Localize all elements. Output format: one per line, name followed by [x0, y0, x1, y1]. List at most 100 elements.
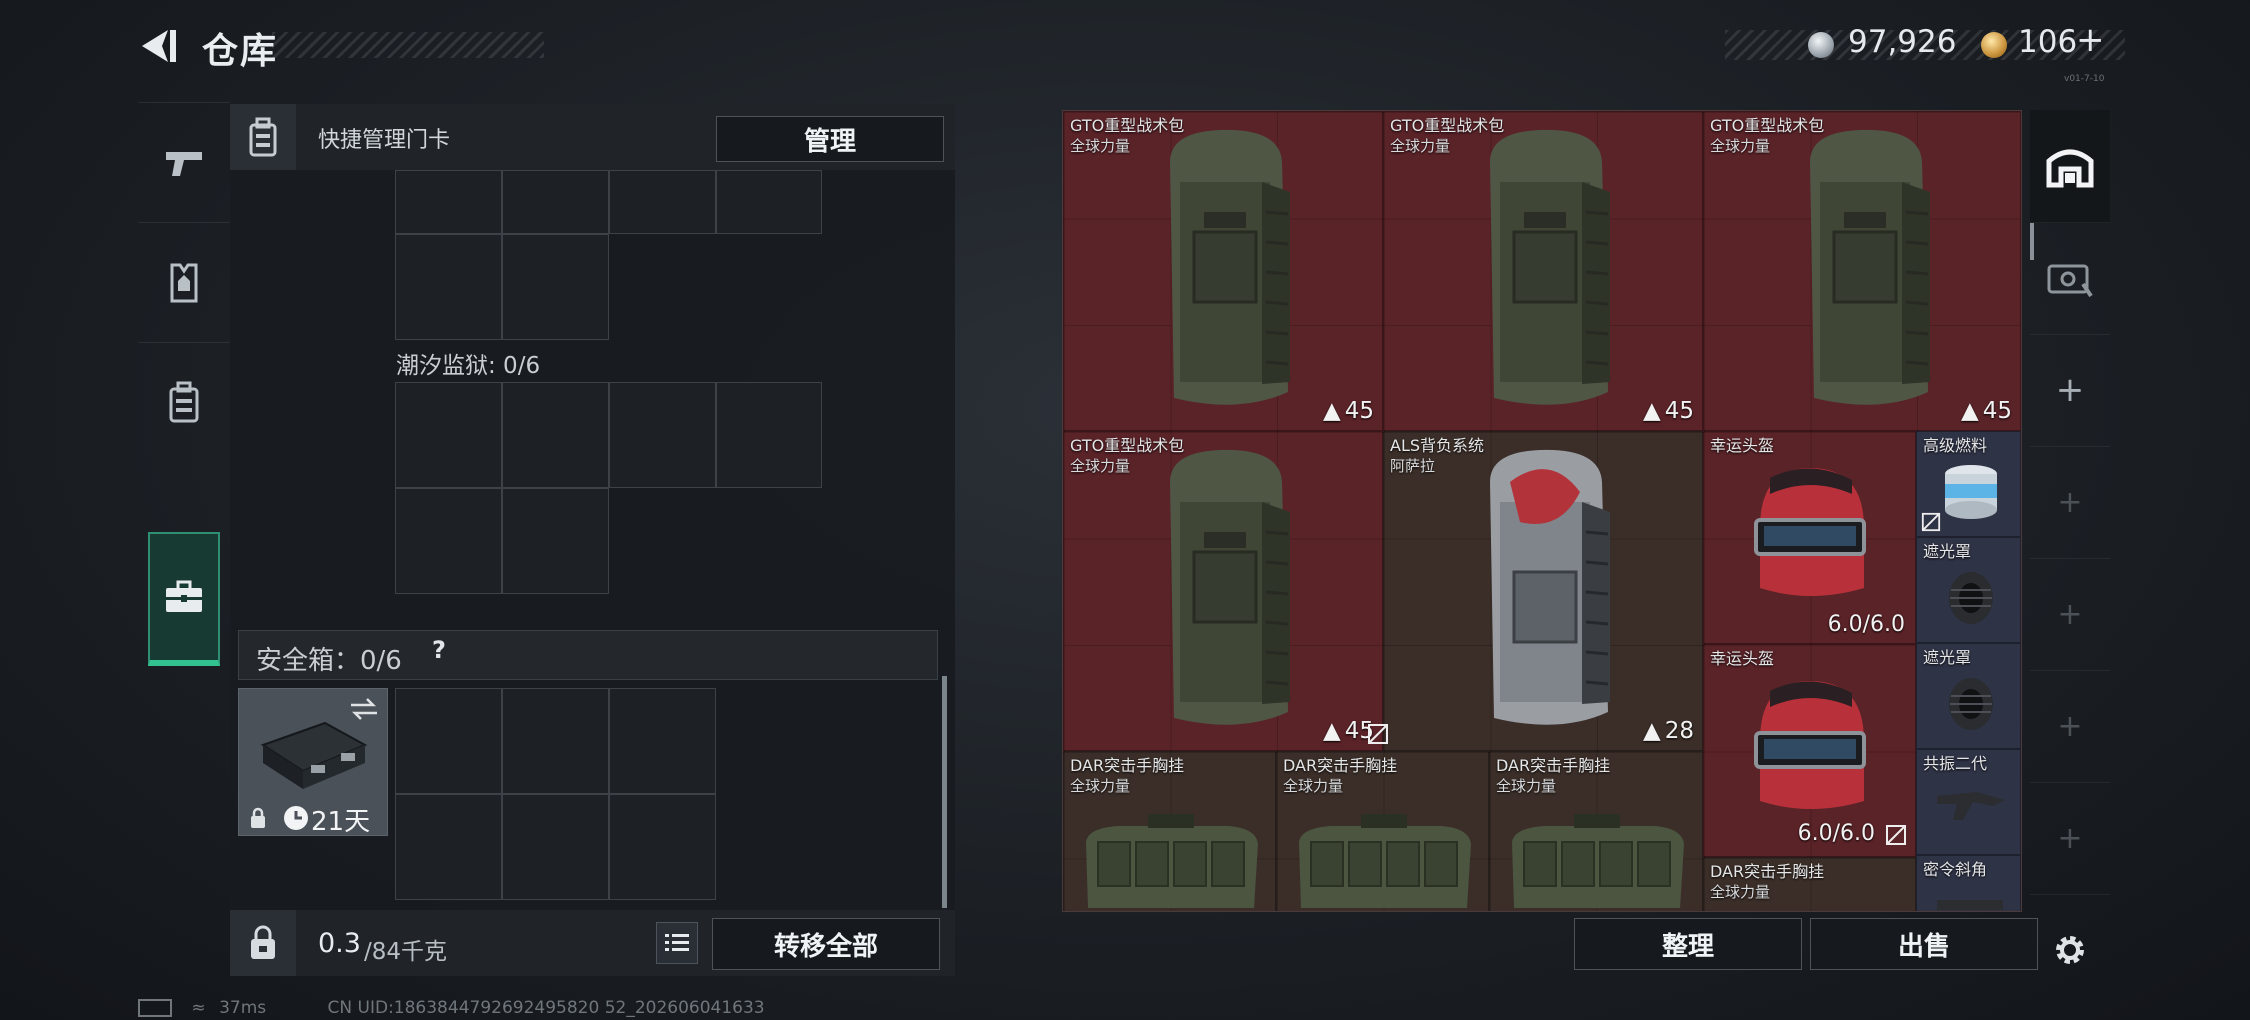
grid-slot[interactable] [395, 688, 502, 794]
add-currency-button[interactable]: + [2076, 20, 2105, 60]
category-tabs [138, 102, 230, 670]
grid-slot[interactable] [395, 170, 502, 234]
inventory-item[interactable]: 密令斜角 [1916, 855, 2021, 911]
inventory-item[interactable]: DAR突击手胸挂 全球力量 [1489, 751, 1703, 911]
inventory-item[interactable]: 高级燃料 [1916, 431, 2021, 537]
item-faction: 全球力量 [1390, 137, 1451, 155]
grid-slot[interactable] [609, 382, 716, 488]
item-capacity: ▲ 45 [1961, 398, 2012, 424]
item-name: 幸运头盔 [1710, 649, 1775, 668]
item-faction: 全球力量 [1070, 137, 1131, 155]
back-arrow-icon[interactable] [138, 26, 182, 66]
item-name: GTO重型战术包 [1710, 116, 1825, 135]
item-faction: 全球力量 [1283, 777, 1344, 795]
item-faction: 全球力量 [1070, 457, 1131, 475]
add-stash-page[interactable]: + [2030, 558, 2110, 671]
item-name: 遮光罩 [1923, 542, 1972, 561]
inventory-item[interactable]: GTO重型战术包 全球力量 ▲ 45 [1703, 111, 2021, 431]
secure-case-icon [260, 721, 368, 789]
grid-slot[interactable] [502, 794, 609, 900]
grid-slot[interactable] [395, 234, 502, 340]
helmet-icon [1754, 681, 1866, 809]
inventory-item[interactable]: DAR突击手胸挂 全球力量 [1063, 751, 1276, 911]
swap-icon[interactable] [349, 697, 379, 721]
add-stash-page[interactable]: + [2030, 670, 2110, 783]
chest-rig-icon [1512, 814, 1684, 908]
grid-slot[interactable] [609, 688, 716, 794]
backpack-icon [169, 381, 199, 423]
tab-weapons[interactable] [138, 102, 230, 223]
list-view-button[interactable] [656, 922, 698, 964]
item-name: 密令斜角 [1923, 860, 1988, 879]
inventory-item[interactable]: 遮光罩 [1916, 643, 2021, 749]
item-faction: 全球力量 [1496, 777, 1557, 795]
manage-button[interactable]: 管理 [716, 116, 944, 162]
capacity-icon: ▲ [1961, 398, 1979, 424]
lens-hood-icon [1949, 572, 1993, 624]
backpack-icon [249, 117, 277, 157]
capacity-value: 45 [1664, 398, 1694, 424]
item-name: 遮光罩 [1923, 648, 1972, 667]
grid-slot[interactable] [395, 794, 502, 900]
inventory-item[interactable]: DAR突击手胸挂 全球力量 [1276, 751, 1489, 911]
add-stash-page[interactable]: + [2030, 334, 2110, 447]
weight-max: /84千克 [364, 939, 448, 965]
inventory-item[interactable]: 共振二代 [1916, 749, 2021, 855]
grid-slot[interactable] [716, 382, 822, 488]
grid-slot[interactable] [502, 382, 609, 488]
item-capacity: ▲ 28 [1643, 718, 1694, 744]
grid-slot[interactable] [716, 170, 822, 234]
grid-slot[interactable] [502, 688, 609, 794]
grid-slot[interactable] [395, 488, 502, 594]
inventory-item[interactable]: ALS背负系统 阿萨拉 ▲ 28 [1383, 431, 1703, 751]
transfer-all-button[interactable]: 转移全部 [712, 918, 940, 970]
inventory-item[interactable]: GTO重型战术包 全球力量 ▲ 45 [1383, 111, 1703, 431]
item-name: 高级燃料 [1923, 436, 1988, 455]
tab-secure-case[interactable] [148, 532, 220, 666]
grid-slot[interactable] [609, 170, 716, 234]
stash-page-tickets[interactable] [2030, 222, 2110, 335]
capacity-icon: ▲ [1323, 718, 1341, 744]
grid-slot[interactable] [502, 488, 609, 594]
no-insure-icon [1886, 825, 1906, 845]
inventory-item[interactable]: GTO重型战术包 全球力量 ▲ 45 [1063, 111, 1383, 431]
page-title: 仓库 [202, 31, 279, 72]
lock-icon [251, 807, 265, 828]
grid-slot[interactable] [502, 170, 609, 234]
version-text: v01-7-10 [2064, 74, 2105, 84]
add-stash-page[interactable]: + [2030, 446, 2110, 559]
tactical-backpack-icon [1170, 129, 1290, 405]
inventory-item[interactable]: DAR突击手胸挂 全球力量 [1703, 857, 1916, 911]
inventory-item[interactable]: GTO重型战术包 全球力量 ▲ 45 [1063, 431, 1383, 751]
add-stash-page[interactable]: + [2030, 782, 2110, 895]
tab-backpacks[interactable] [138, 342, 230, 463]
help-button[interactable]: ? [424, 636, 454, 668]
sort-button[interactable]: 整理 [1574, 918, 1802, 970]
stash-page-main[interactable] [2030, 110, 2110, 223]
inventory-item[interactable]: 幸运头盔 6.0/6.0 [1703, 431, 1916, 644]
uid-text: CN UID:1863844792692495820 52_2026060416… [327, 998, 765, 1018]
grid-slot[interactable] [502, 234, 609, 340]
inventory-item[interactable]: 幸运头盔 6.0/6.0 [1703, 644, 1916, 857]
wifi-icon: ≈ [191, 998, 206, 1018]
item-faction: 全球力量 [1070, 777, 1131, 795]
secure-case-item[interactable]: 21天 [238, 688, 388, 837]
weight-lock-box[interactable] [230, 910, 296, 976]
premium-balance: 106 [2018, 24, 2078, 60]
inventory-item[interactable]: 遮光罩 [1916, 537, 2021, 643]
tide-prison-label: 潮汐监狱: 0/6 [396, 353, 541, 379]
item-name: DAR突击手胸挂 [1283, 756, 1398, 775]
grid-slot[interactable] [609, 794, 716, 900]
keycard-icon-box [230, 104, 296, 170]
panel-scrollbar[interactable] [942, 676, 947, 908]
chest-rig-icon [1299, 814, 1471, 908]
stash-grid: GTO重型战术包 全球力量 ▲ 45 GTO重型战术包 全球力量 ▲ 45 GTO重… [1062, 110, 2022, 912]
settings-button[interactable] [2030, 894, 2110, 1006]
battery-icon [138, 999, 172, 1017]
weight-lock-icon [251, 925, 275, 959]
item-name: DAR突击手胸挂 [1496, 756, 1611, 775]
tab-armor[interactable] [138, 222, 230, 343]
grid-slot[interactable] [395, 382, 502, 488]
item-name: 幸运头盔 [1710, 436, 1775, 455]
sell-button[interactable]: 出售 [1810, 918, 2038, 970]
